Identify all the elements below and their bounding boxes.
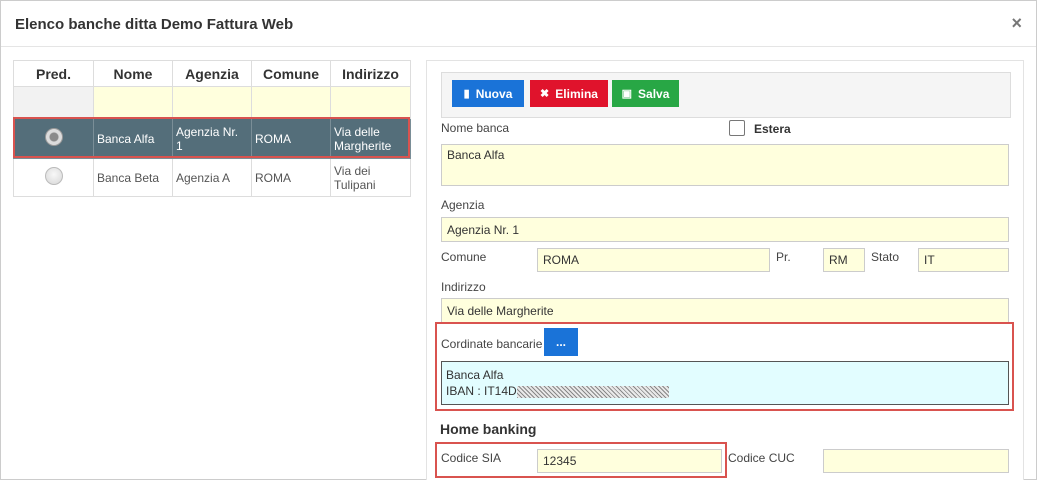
edit-coordinates-button[interactable]: ... xyxy=(544,328,578,356)
country-label: Stato xyxy=(871,250,900,264)
dialog-header: Elenco banche ditta Demo Fattura Web × xyxy=(1,1,1036,47)
default-radio[interactable] xyxy=(44,167,63,185)
save-button[interactable]: ▣ Salva xyxy=(612,80,679,107)
city-label: Comune xyxy=(441,250,487,264)
file-icon: ▮ xyxy=(463,88,470,100)
foreign-checkbox[interactable] xyxy=(729,120,745,136)
address-label: Indirizzo xyxy=(441,280,486,294)
default-radio[interactable] xyxy=(44,128,63,146)
filter-input-nome[interactable] xyxy=(93,86,173,119)
column-header-agenzia[interactable]: Agenzia xyxy=(172,60,252,87)
filter-input-comune[interactable] xyxy=(251,86,331,119)
address-field[interactable] xyxy=(441,298,1009,323)
table-row[interactable]: Banca Beta Agenzia A ROMA Via dei Tulipa… xyxy=(13,158,411,197)
table-row[interactable]: Banca Alfa Agenzia Nr. 1 ROMA Via delle … xyxy=(13,118,411,159)
agency-label: Agenzia xyxy=(441,198,485,212)
close-x-icon: ✖ xyxy=(540,88,550,100)
new-button[interactable]: ▮ Nuova xyxy=(452,80,524,107)
filter-input-indirizzo[interactable] xyxy=(330,86,411,119)
home-banking-title: Home banking xyxy=(440,421,537,437)
column-header-nome[interactable]: Nome xyxy=(93,60,173,87)
agency-field[interactable] xyxy=(441,217,1009,242)
grid-filter-row xyxy=(13,86,411,119)
cell-comune: ROMA xyxy=(251,158,331,197)
new-button-label: Nuova xyxy=(475,86,513,101)
cell-nome: Banca Beta xyxy=(93,158,173,197)
country-field[interactable] xyxy=(918,248,1009,272)
banks-grid: Pred. Nome Agenzia Comune Indirizzo Banc… xyxy=(13,60,411,197)
city-field[interactable] xyxy=(537,248,770,272)
coordinates-line-1: Banca Alfa xyxy=(446,368,504,382)
pred-cell[interactable] xyxy=(13,118,94,159)
grid-header-row: Pred. Nome Agenzia Comune Indirizzo xyxy=(13,60,411,87)
cell-agenzia: Agenzia A xyxy=(172,158,252,197)
iban-text: IBAN : IT14D xyxy=(446,384,517,398)
province-label: Pr. xyxy=(776,250,791,264)
cuc-code-label: Codice CUC xyxy=(728,451,795,465)
toolbar xyxy=(441,72,1011,118)
delete-button[interactable]: ✖ Elimina xyxy=(530,80,608,107)
delete-button-label: Elimina xyxy=(555,86,598,101)
bank-name-field[interactable]: Banca Alfa xyxy=(441,144,1009,186)
coordinates-line-2: IBAN : IT14D xyxy=(446,383,1004,399)
filter-cell-pred xyxy=(13,86,94,119)
bank-coordinates-field[interactable]: Banca Alfa IBAN : IT14D xyxy=(441,361,1009,405)
save-button-label: Salva xyxy=(638,86,670,101)
province-field[interactable] xyxy=(823,248,865,272)
close-icon[interactable]: × xyxy=(1011,13,1022,34)
filter-input-agenzia[interactable] xyxy=(172,86,252,119)
cell-nome: Banca Alfa xyxy=(93,118,173,159)
sia-code-field[interactable] xyxy=(537,449,722,473)
cell-comune: ROMA xyxy=(251,118,331,159)
redacted-iban-pattern xyxy=(516,385,669,398)
column-header-comune[interactable]: Comune xyxy=(251,60,331,87)
dialog-title: Elenco banche ditta Demo Fattura Web xyxy=(15,16,294,33)
column-header-indirizzo[interactable]: Indirizzo xyxy=(330,60,411,87)
cell-indirizzo: Via dei Tulipani xyxy=(330,158,411,197)
column-header-pred[interactable]: Pred. xyxy=(13,60,94,87)
bank-name-label: Nome banca xyxy=(441,121,510,135)
sia-code-label: Codice SIA xyxy=(441,451,502,465)
cell-indirizzo: Via delle Margherite xyxy=(330,118,411,159)
foreign-checkbox-label: Estera xyxy=(754,122,791,136)
cell-agenzia: Agenzia Nr. 1 xyxy=(172,118,252,159)
cuc-code-field[interactable] xyxy=(823,449,1009,473)
bank-coordinates-label: Cordinate bancarie xyxy=(441,337,543,351)
floppy-disk-icon: ▣ xyxy=(621,88,633,100)
pred-cell[interactable] xyxy=(13,158,94,197)
